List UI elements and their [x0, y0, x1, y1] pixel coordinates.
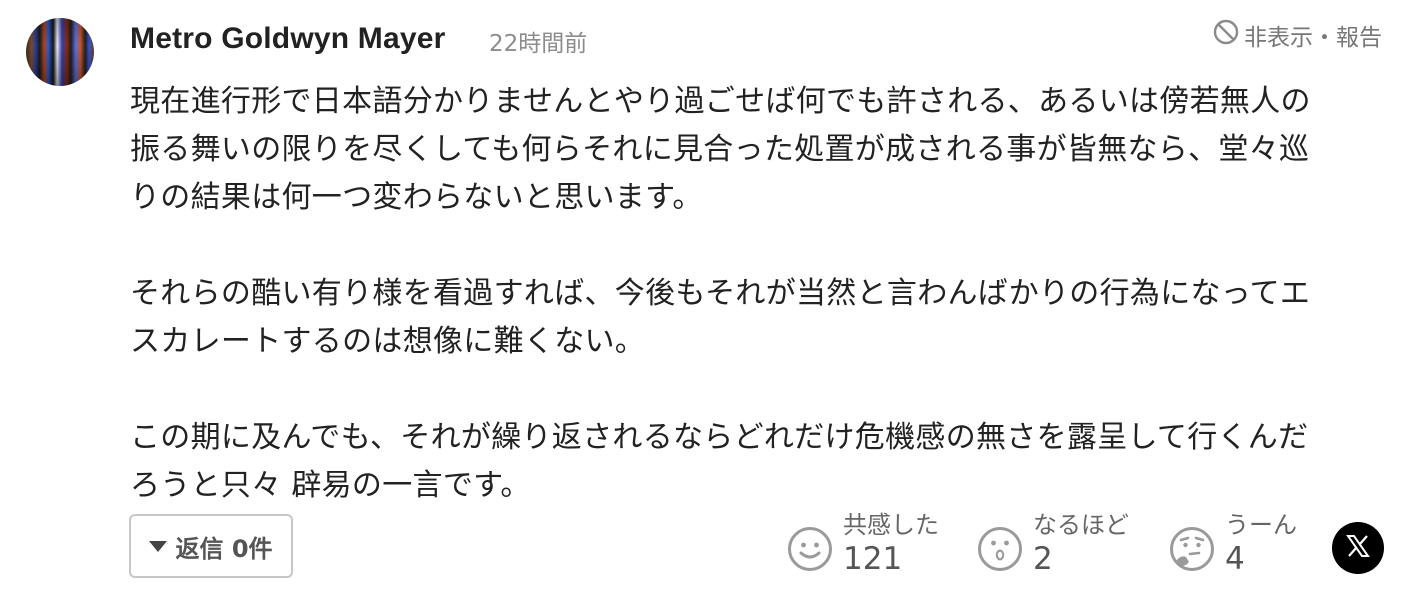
- smile-face-icon: [787, 512, 843, 576]
- comment-body: 現在進行形で日本語分かりませんとやり過ごせば何でも許される、あるいは傍若無人の …: [130, 78, 1380, 510]
- reaction-count: 4: [1225, 541, 1245, 577]
- hide-report-button[interactable]: 非表示・報告: [1212, 18, 1382, 52]
- reaction-label: 共感した: [843, 511, 939, 539]
- timestamp: 22時間前: [489, 31, 588, 57]
- reaction-count: 2: [1033, 541, 1053, 577]
- block-icon: [1212, 18, 1240, 52]
- x-logo-icon: [1345, 533, 1371, 563]
- reaction-label: うーん: [1225, 511, 1297, 539]
- caret-down-icon: [149, 540, 168, 552]
- comment-paragraph: それらの酷い有り様を看過すれば、今後もそれが当然と言わんばかりの行為になってエ …: [130, 276, 1311, 359]
- comment-paragraph: 現在進行形で日本語分かりませんとやり過ごせば何でも許される、あるいは傍若無人の …: [130, 84, 1311, 215]
- reaction-empathy-button[interactable]: 共感した 121: [787, 510, 939, 578]
- reaction-count: 121: [843, 541, 903, 577]
- reaction-label: なるほど: [1033, 511, 1129, 539]
- reply-toggle-button[interactable]: 返信 0件: [129, 514, 293, 578]
- reaction-insight-button[interactable]: なるほど 2: [977, 510, 1129, 578]
- surprised-face-icon: [977, 512, 1033, 576]
- reaction-hmm-button[interactable]: うーん 4: [1169, 510, 1297, 578]
- reply-label: 返信 0件: [175, 534, 273, 563]
- avatar[interactable]: [26, 18, 94, 86]
- thinking-face-icon: [1169, 512, 1225, 576]
- share-x-button[interactable]: [1332, 522, 1384, 574]
- author-name[interactable]: Metro Goldwyn Mayer: [130, 22, 446, 56]
- comment-paragraph: この期に及んでも、それが繰り返されるならどれだけ危機感の無さを露呈して行くんだ …: [130, 420, 1309, 503]
- hide-report-label: 非表示・報告: [1244, 25, 1382, 51]
